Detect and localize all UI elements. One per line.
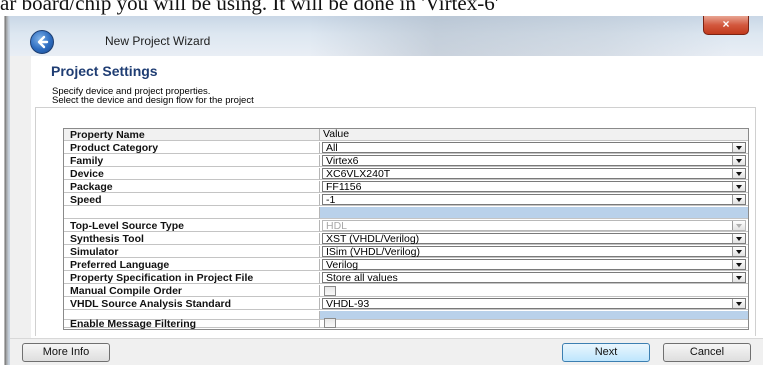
row-simulator: Simulator ISim (VHDL/Verilog)	[64, 246, 748, 259]
cancel-button[interactable]: Cancel	[663, 343, 751, 362]
property-label: VHDL Source Analysis Standard	[64, 298, 320, 310]
vhdl-standard-dropdown[interactable]: VHDL-93	[322, 298, 746, 310]
dropdown-value: VHDL-93	[326, 298, 370, 310]
chevron-down-icon[interactable]	[732, 143, 745, 152]
manual-compile-order-checkbox[interactable]	[324, 286, 336, 296]
value-header: Value	[323, 128, 350, 140]
close-button[interactable]: ×	[703, 16, 749, 35]
property-label: Top-Level Source Type	[64, 220, 320, 232]
property-label: Package	[64, 181, 320, 193]
chevron-down-icon[interactable]	[732, 234, 745, 243]
device-dropdown[interactable]: XC6VLX240T	[322, 168, 746, 180]
dropdown-value: FF1156	[326, 181, 362, 193]
row-property-specification: Property Specification in Project File S…	[64, 272, 748, 285]
document-text-strip: ar board/chip you will be using. It will…	[0, 0, 763, 16]
dropdown-value: All	[326, 142, 338, 154]
chevron-down-icon[interactable]	[732, 273, 745, 282]
row-manual-compile-order: Manual Compile Order	[64, 285, 748, 298]
property-label: Simulator	[64, 246, 320, 258]
wizard-content: Project Settings Specify device and proj…	[31, 56, 763, 338]
row-speed: Speed -1	[64, 194, 748, 207]
property-label: Speed	[64, 194, 320, 206]
row-synthesis-tool: Synthesis Tool XST (VHDL/Verilog)	[64, 233, 748, 246]
speed-dropdown[interactable]: -1	[322, 194, 746, 206]
property-label: Enable Message Filtering	[64, 319, 320, 329]
more-info-button[interactable]: More Info	[22, 343, 110, 362]
property-label: Family	[64, 155, 320, 167]
background-window-edge	[0, 16, 10, 365]
synthesis-tool-dropdown[interactable]: XST (VHDL/Verilog)	[322, 233, 746, 245]
chevron-down-icon[interactable]	[732, 195, 745, 204]
row-family: Family Virtex6	[64, 155, 748, 168]
title-bar: New Project Wizard ×	[10, 16, 763, 56]
simulator-dropdown[interactable]: ISim (VHDL/Verilog)	[322, 246, 746, 258]
chevron-down-icon[interactable]	[732, 260, 745, 269]
new-project-wizard-window: New Project Wizard × Project Settings Sp…	[10, 16, 763, 365]
dropdown-value: XST (VHDL/Verilog)	[326, 233, 420, 245]
property-label: Product Category	[64, 142, 320, 154]
back-arrow-icon[interactable]	[30, 30, 54, 54]
chevron-down-icon[interactable]	[732, 169, 745, 178]
grid-header-row: Property Name Value	[64, 128, 748, 142]
row-top-level-source-type: Top-Level Source Type HDL	[64, 220, 748, 233]
row-preferred-language: Preferred Language Verilog	[64, 259, 748, 272]
enable-message-filtering-checkbox[interactable]	[324, 318, 336, 328]
dropdown-value: HDL	[326, 220, 348, 232]
chevron-down-icon[interactable]	[732, 182, 745, 191]
value-header-cell: Value	[320, 128, 748, 141]
next-button[interactable]: Next	[562, 343, 650, 362]
property-name-header: Property Name	[64, 129, 320, 141]
blank-cell	[64, 207, 320, 219]
chevron-down-icon[interactable]	[732, 299, 745, 308]
close-icon: ×	[722, 17, 730, 31]
top-level-source-type-dropdown: HDL	[322, 220, 746, 232]
dropdown-value: Store all values	[326, 272, 398, 284]
page-description: Specify device and project properties. S…	[52, 87, 254, 106]
window-title: New Project Wizard	[105, 34, 211, 48]
blank-cell-selected[interactable]	[320, 311, 748, 320]
property-label: Device	[64, 168, 320, 180]
row-product-category: Product Category All	[64, 142, 748, 155]
dropdown-value: Verilog	[326, 259, 359, 271]
dropdown-value: Virtex6	[326, 155, 359, 167]
row-vhdl-source-analysis-standard: VHDL Source Analysis Standard VHDL-93	[64, 298, 748, 311]
page-title: Project Settings	[51, 63, 158, 79]
property-grid: Property Name Value Product Category All…	[63, 128, 749, 330]
row-device: Device XC6VLX240T	[64, 168, 748, 181]
chevron-down-icon[interactable]	[732, 247, 745, 256]
property-specification-dropdown[interactable]: Store all values	[322, 272, 746, 284]
row-enable-message-filtering: Enable Message Filtering	[64, 318, 748, 329]
product-category-dropdown[interactable]: All	[322, 142, 746, 154]
preferred-language-dropdown[interactable]: Verilog	[322, 259, 746, 271]
dropdown-value: -1	[326, 194, 336, 206]
dropdown-value: ISim (VHDL/Verilog)	[326, 246, 420, 258]
property-label: Manual Compile Order	[64, 285, 320, 297]
chevron-down-icon	[732, 221, 745, 230]
row-package: Package FF1156	[64, 181, 748, 194]
blank-row-1	[64, 207, 748, 220]
property-label: Preferred Language	[64, 259, 320, 271]
document-text: ar board/chip you will be using. It will…	[0, 0, 499, 15]
package-dropdown[interactable]: FF1156	[322, 181, 746, 193]
description-line-2: Select the device and design flow for th…	[52, 95, 254, 106]
property-label: Synthesis Tool	[64, 233, 320, 245]
chevron-down-icon[interactable]	[732, 156, 745, 165]
title-bar-background-blur	[310, 16, 730, 56]
dropdown-value: XC6VLX240T	[326, 168, 391, 180]
blank-cell-selected[interactable]	[320, 207, 748, 219]
family-dropdown[interactable]: Virtex6	[322, 155, 746, 167]
property-label: Property Specification in Project File	[64, 272, 320, 284]
footer-divider	[10, 338, 763, 339]
